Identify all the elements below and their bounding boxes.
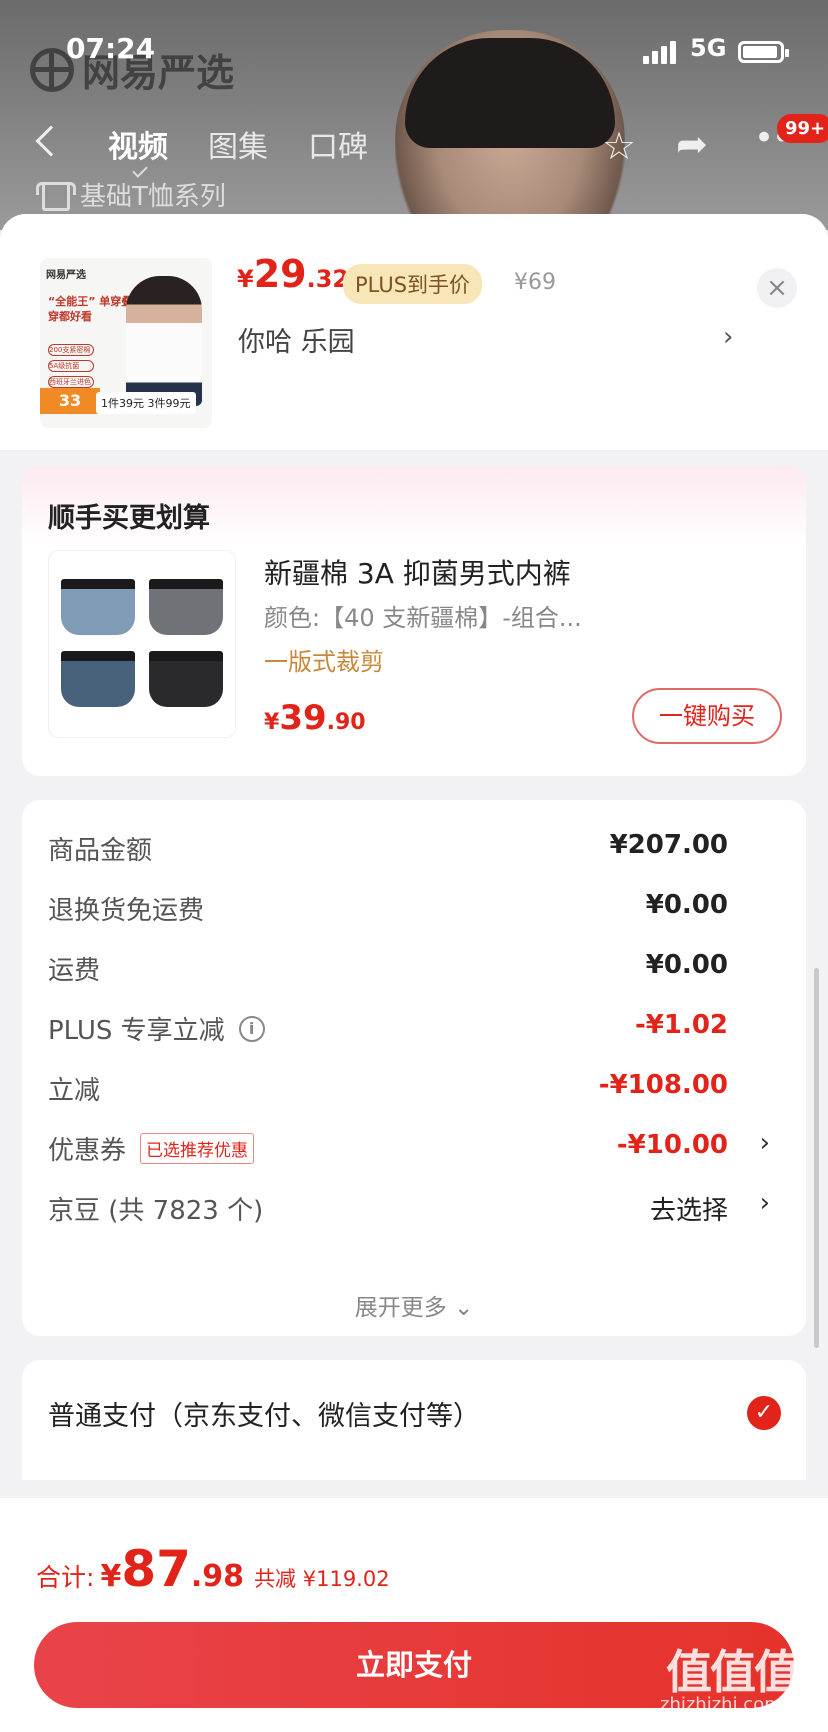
coupon-text: 优惠券: [48, 1136, 127, 1166]
amount-value: ¥0.00: [645, 950, 728, 980]
price-integer: 29: [253, 252, 307, 296]
series-name: 基础T恤系列: [80, 182, 226, 212]
status-bar: 07:24 5G: [0, 28, 828, 78]
amount-value: ¥0.00: [645, 890, 728, 920]
tshirt-icon: [36, 180, 76, 211]
coupon-row[interactable]: 优惠券 已选推荐优惠 -¥10.00 ›: [48, 1126, 798, 1170]
series-label: 基础T恤系列: [36, 176, 226, 213]
amount-row: 退换货免运费 ¥0.00: [48, 886, 798, 930]
expand-more-button[interactable]: 展开更多 ⌄: [22, 1288, 806, 1322]
addon-tag: 一版式裁剪: [264, 648, 384, 676]
chevron-right-icon[interactable]: ›: [760, 1188, 770, 1218]
addon-product-image[interactable]: [48, 550, 236, 738]
jingdou-label: 京豆 (共 7823 个): [48, 1196, 264, 1226]
thumb-feature: 5A级抗菌: [48, 360, 94, 372]
amount-value: -¥1.02: [634, 1010, 728, 1040]
product-thumbnail: 网易严选 “全能王” 单穿叠穿都好看 200支紧密棉 5A级抗菌 西班牙兰进色 …: [40, 258, 212, 428]
amount-label: 立减: [48, 1076, 101, 1106]
addon-name[interactable]: 新疆棉 3A 抑菌男式内裤: [264, 552, 571, 592]
addon-title: 顺手买更划算: [48, 503, 210, 534]
check-icon[interactable]: ✓: [747, 1396, 781, 1430]
total-currency: ¥: [100, 1559, 122, 1594]
brief-gray-icon: [149, 579, 223, 635]
total-saved: 共减 ¥119.02: [254, 1567, 390, 1591]
amount-row: 商品金额 ¥207.00: [48, 826, 798, 870]
one-click-buy-button[interactable]: 一键购买: [632, 688, 782, 744]
price-currency: ¥: [237, 265, 254, 293]
brief-navy-icon: [61, 651, 135, 707]
network-type: 5G: [690, 34, 727, 62]
thumb-promo: 1件39元 3件99元: [96, 392, 196, 414]
thumb-headline: “全能王” 单穿叠穿都好看: [48, 295, 133, 323]
amount-label-plus: PLUS 专享立减 i: [48, 1010, 265, 1047]
addon-price-decimal: .90: [326, 710, 366, 735]
thumb-badge: 33: [40, 388, 100, 414]
status-time: 07:24: [66, 32, 156, 65]
amount-row: 立减 -¥108.00: [48, 1066, 798, 1110]
total-label: 合计:: [36, 1563, 95, 1592]
original-price: ¥69: [514, 270, 556, 295]
addon-price: ¥ 39 .90: [264, 698, 366, 738]
share-icon[interactable]: ➦: [676, 122, 708, 166]
amount-label: 商品金额: [48, 836, 153, 866]
battery-icon: [738, 41, 789, 63]
coupon-recommended-tag: 已选推荐优惠: [140, 1133, 255, 1164]
scrollbar[interactable]: [814, 968, 819, 1348]
product-price: ¥ 29 .32: [237, 252, 349, 296]
amount-label: 运费: [48, 956, 101, 986]
tab-gallery[interactable]: 图集: [208, 122, 268, 166]
info-icon[interactable]: i: [238, 1015, 265, 1042]
plus-discount-label: PLUS 专享立减: [48, 1016, 225, 1046]
amount-row: 运费 ¥0.00: [48, 946, 798, 990]
back-icon[interactable]: [35, 125, 67, 157]
payment-method-label: 普通支付（京东支付、微信支付等）: [48, 1401, 480, 1432]
thumb-model: [126, 276, 202, 406]
favorite-star-icon[interactable]: ☆: [602, 124, 636, 168]
thumb-feature: 200支紧密棉: [48, 344, 94, 356]
addon-price-currency: ¥: [264, 710, 280, 735]
signal-icon: [643, 40, 676, 64]
addon-price-integer: 39: [279, 698, 327, 738]
jingdou-select[interactable]: 去选择: [650, 1190, 728, 1227]
media-tabs: 视频 图集 口碑: [108, 122, 368, 166]
watermark: 值值值: [666, 1645, 800, 1699]
tab-reviews[interactable]: 口碑: [308, 122, 368, 166]
amount-row: PLUS 专享立减 i -¥1.02: [48, 1006, 798, 1050]
order-total: 合计: ¥ 87 .98 共减 ¥119.02: [36, 1540, 390, 1598]
total-decimal: .98: [190, 1559, 245, 1594]
amount-value: -¥108.00: [598, 1070, 728, 1100]
close-button[interactable]: ×: [757, 268, 797, 308]
thumb-brand: 网易严选: [46, 270, 86, 281]
coupon-value: -¥10.00: [616, 1130, 728, 1160]
coupon-label: 优惠券 已选推荐优惠: [48, 1130, 255, 1167]
brief-black-icon: [149, 651, 223, 707]
amount-summary: 商品金额 ¥207.00 退换货免运费 ¥0.00 运费 ¥0.00 PLUS …: [22, 800, 806, 1336]
addon-card: 顺手买更划算 新疆棉 3A 抑菌男式内裤 颜色:【40 支新疆棉】-组合... …: [22, 466, 806, 776]
brief-blue-icon: [61, 579, 135, 635]
amount-value: ¥207.00: [609, 830, 728, 860]
chevron-right-icon[interactable]: ›: [760, 1128, 770, 1158]
amount-label: 退换货免运费: [48, 896, 205, 926]
total-integer: 87: [121, 1540, 191, 1598]
product-nav: 视频 图集 口碑 ☆ ➦ •••: [0, 118, 828, 178]
addon-spec[interactable]: 颜色:【40 支新疆棉】-组合...: [264, 598, 582, 633]
thumb-feature: 西班牙兰进色: [48, 376, 94, 388]
plus-price-tag: PLUS到手价: [343, 264, 483, 304]
tab-video[interactable]: 视频: [108, 122, 168, 166]
jingdou-row[interactable]: 京豆 (共 7823 个) 去选择 ›: [48, 1186, 798, 1230]
watermark-url: zhizhizhi.com: [660, 1694, 782, 1715]
selected-spec[interactable]: 你哈 乐园: [238, 320, 355, 359]
product-header: 网易严选 “全能王” 单穿叠穿都好看 200支紧密棉 5A级抗菌 西班牙兰进色 …: [0, 214, 828, 450]
chevron-right-icon[interactable]: ›: [723, 322, 733, 352]
message-badge: 99+: [777, 114, 828, 143]
payment-method-card[interactable]: 普通支付（京东支付、微信支付等） ✓: [22, 1360, 806, 1480]
